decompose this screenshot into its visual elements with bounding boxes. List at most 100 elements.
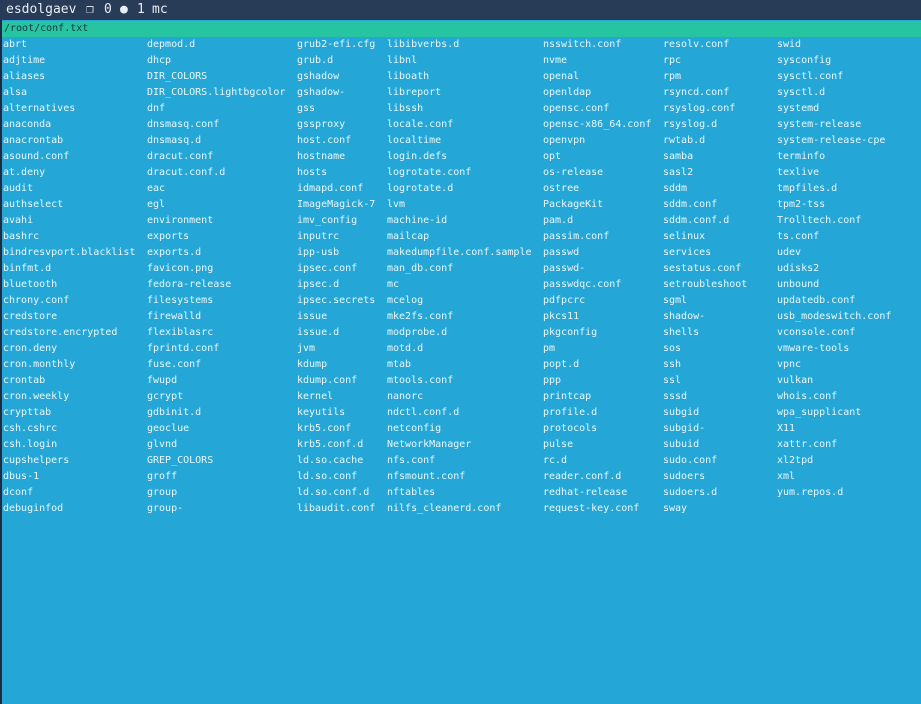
list-item[interactable]: GREP_COLORS (147, 453, 285, 469)
list-item[interactable]: rsyslog.conf (663, 101, 747, 117)
list-item[interactable]: passwd- (543, 261, 651, 277)
list-item[interactable]: usb_modeswitch.conf (777, 309, 891, 325)
list-item[interactable]: udev (777, 245, 891, 261)
list-item[interactable]: sysctl.d (777, 85, 891, 101)
list-item[interactable]: nvme (543, 53, 651, 69)
list-item[interactable]: imv_config (297, 213, 375, 229)
list-item[interactable]: egl (147, 197, 285, 213)
list-item[interactable]: filesystems (147, 293, 285, 309)
list-item[interactable]: exports (147, 229, 285, 245)
list-item[interactable]: audit (3, 181, 135, 197)
list-item[interactable]: yum.repos.d (777, 485, 891, 501)
list-item[interactable]: tpm2-tss (777, 197, 891, 213)
list-item[interactable]: sudoers.d (663, 485, 747, 501)
list-item[interactable]: exports.d (147, 245, 285, 261)
list-item[interactable]: alternatives (3, 101, 135, 117)
list-item[interactable]: sasl2 (663, 165, 747, 181)
list-item[interactable]: updatedb.conf (777, 293, 891, 309)
list-item[interactable]: crontab (3, 373, 135, 389)
list-item[interactable]: passwdqc.conf (543, 277, 651, 293)
list-item[interactable]: depmod.d (147, 37, 285, 53)
list-item[interactable]: ostree (543, 181, 651, 197)
list-item[interactable]: rsyncd.conf (663, 85, 747, 101)
list-item[interactable]: favicon.png (147, 261, 285, 277)
list-item[interactable]: gshadow- (297, 85, 375, 101)
list-item[interactable]: bindresvport.blacklist (3, 245, 135, 261)
list-item[interactable]: rpm (663, 69, 747, 85)
list-item[interactable]: texlive (777, 165, 891, 181)
list-item[interactable]: hostname (297, 149, 375, 165)
list-item[interactable]: subuid (663, 437, 747, 453)
list-item[interactable]: logrotate.conf (387, 165, 532, 181)
list-item[interactable]: dhcp (147, 53, 285, 69)
list-item[interactable]: crypttab (3, 405, 135, 421)
list-item[interactable]: whois.conf (777, 389, 891, 405)
list-item[interactable]: logrotate.d (387, 181, 532, 197)
list-item[interactable]: ndctl.conf.d (387, 405, 532, 421)
list-item[interactable]: resolv.conf (663, 37, 747, 53)
list-item[interactable]: grub.d (297, 53, 375, 69)
list-item[interactable]: pm (543, 341, 651, 357)
list-item[interactable]: ImageMagick-7 (297, 197, 375, 213)
list-item[interactable]: setroubleshoot (663, 277, 747, 293)
list-item[interactable]: fedora-release (147, 277, 285, 293)
list-item[interactable]: kdump (297, 357, 375, 373)
list-item[interactable]: inputrc (297, 229, 375, 245)
list-item[interactable]: adjtime (3, 53, 135, 69)
list-item[interactable]: vpnc (777, 357, 891, 373)
list-item[interactable]: sestatus.conf (663, 261, 747, 277)
list-item[interactable]: sysctl.conf (777, 69, 891, 85)
list-item[interactable]: kdump.conf (297, 373, 375, 389)
list-item[interactable]: libssh (387, 101, 532, 117)
list-item[interactable]: modprobe.d (387, 325, 532, 341)
list-item[interactable]: cupshelpers (3, 453, 135, 469)
list-item[interactable]: PackageKit (543, 197, 651, 213)
list-item[interactable]: Trolltech.conf (777, 213, 891, 229)
list-item[interactable]: reader.conf.d (543, 469, 651, 485)
list-item[interactable]: DIR_COLORS.lightbgcolor (147, 85, 285, 101)
list-item[interactable]: liboath (387, 69, 532, 85)
list-item[interactable]: gcrypt (147, 389, 285, 405)
list-item[interactable]: keyutils (297, 405, 375, 421)
list-item[interactable]: sssd (663, 389, 747, 405)
list-item[interactable]: pdfpcrc (543, 293, 651, 309)
list-item[interactable]: sysconfig (777, 53, 891, 69)
list-item[interactable]: shells (663, 325, 747, 341)
list-item[interactable]: sddm.conf.d (663, 213, 747, 229)
list-item[interactable]: nanorc (387, 389, 532, 405)
list-item[interactable]: gss (297, 101, 375, 117)
list-item[interactable]: samba (663, 149, 747, 165)
list-item[interactable]: group (147, 485, 285, 501)
list-item[interactable]: nilfs_cleanerd.conf (387, 501, 532, 517)
list-item[interactable]: selinux (663, 229, 747, 245)
list-item[interactable]: services (663, 245, 747, 261)
list-item[interactable]: bashrc (3, 229, 135, 245)
list-item[interactable]: netconfig (387, 421, 532, 437)
list-item[interactable]: issue (297, 309, 375, 325)
list-item[interactable]: ipsec.d (297, 277, 375, 293)
list-item[interactable]: sos (663, 341, 747, 357)
list-item[interactable]: login.defs (387, 149, 532, 165)
list-item[interactable]: tmpfiles.d (777, 181, 891, 197)
list-item[interactable]: libnl (387, 53, 532, 69)
list-item[interactable]: redhat-release (543, 485, 651, 501)
list-item[interactable]: X11 (777, 421, 891, 437)
list-item[interactable]: xattr.conf (777, 437, 891, 453)
list-item[interactable]: xml (777, 469, 891, 485)
list-item[interactable]: ssh (663, 357, 747, 373)
list-item[interactable]: mtab (387, 357, 532, 373)
list-item[interactable]: machine-id (387, 213, 532, 229)
list-item[interactable]: fuse.conf (147, 357, 285, 373)
list-item[interactable]: idmapd.conf (297, 181, 375, 197)
list-item[interactable]: ts.conf (777, 229, 891, 245)
list-item[interactable]: pkgconfig (543, 325, 651, 341)
list-item[interactable]: swid (777, 37, 891, 53)
list-item[interactable]: dnf (147, 101, 285, 117)
list-item[interactable]: mc (387, 277, 532, 293)
list-item[interactable]: vmware-tools (777, 341, 891, 357)
list-item[interactable]: groff (147, 469, 285, 485)
list-item[interactable]: locale.conf (387, 117, 532, 133)
list-item[interactable]: credstore.encrypted (3, 325, 135, 341)
list-item[interactable]: mcelog (387, 293, 532, 309)
list-item[interactable]: makedumpfile.conf.sample (387, 245, 532, 261)
